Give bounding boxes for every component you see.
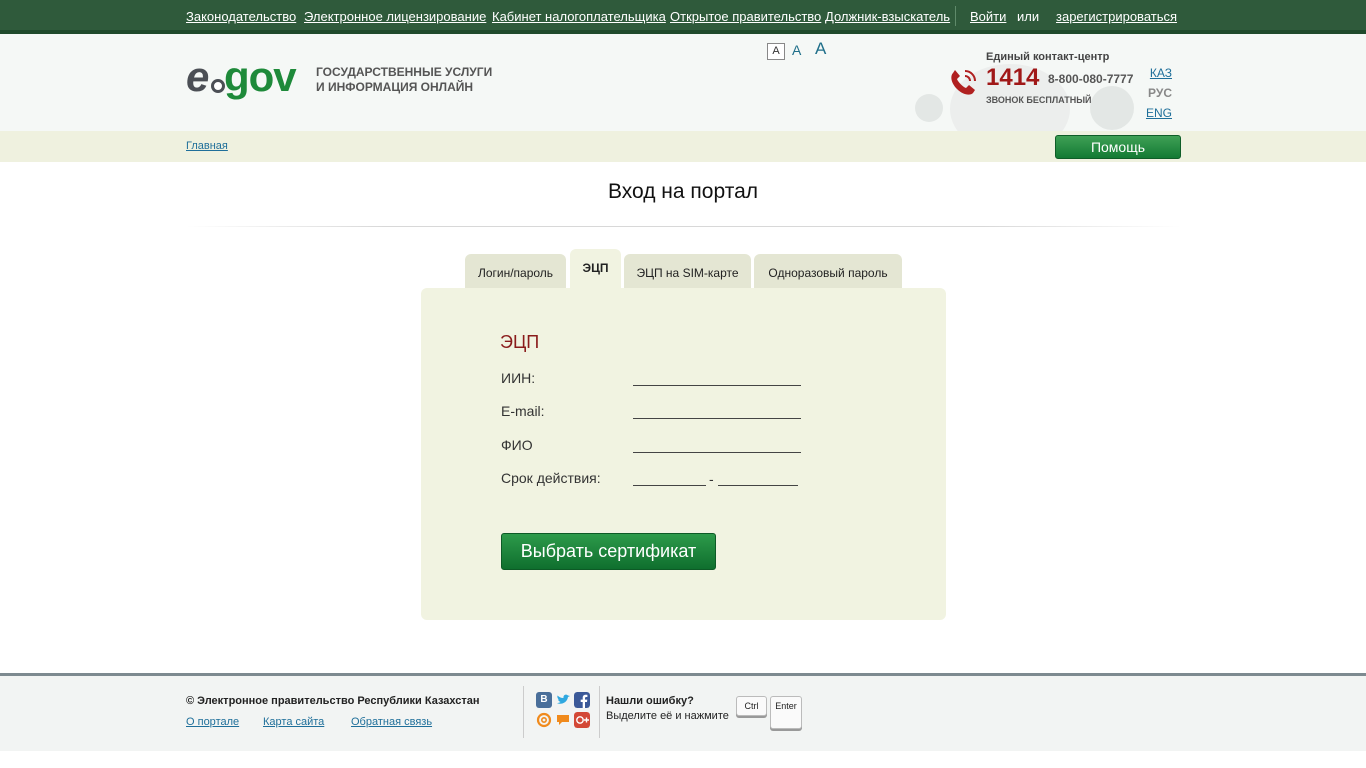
phone-icon (951, 70, 976, 95)
vkontakte-icon[interactable]: В (536, 692, 552, 708)
logo-e: e (186, 53, 210, 100)
fio-label: ФИО (501, 437, 533, 453)
background-decoration (915, 94, 943, 122)
chat-bubble-icon[interactable] (555, 712, 571, 728)
facebook-icon[interactable] (574, 692, 590, 708)
nav-link-open-government[interactable]: Открытое правительство (670, 9, 821, 24)
error-report-title: Нашли ошибку? (606, 695, 694, 707)
iin-label: ИИН: (501, 370, 536, 386)
footer-link-about[interactable]: О портале (186, 716, 239, 728)
top-navigation: Законодательство Электронное лицензирова… (0, 0, 1366, 34)
ctrl-key-icon: Ctrl (736, 696, 767, 716)
footer-divider (523, 686, 524, 738)
email-label: E-mail: (501, 403, 545, 419)
login-link[interactable]: Войти (970, 9, 1006, 24)
language-rus: РУС (1148, 86, 1172, 100)
footer-link-feedback[interactable]: Обратная связь (351, 716, 432, 728)
font-size-medium-button[interactable]: A (792, 42, 801, 58)
slogan-line: ГОСУДАРСТВЕННЫЕ УСЛУГИ (316, 65, 493, 79)
email-value (633, 418, 801, 419)
contact-center-alt-number: 8-800-080-7777 (1048, 72, 1134, 86)
nav-link-legislation[interactable]: Законодательство (186, 9, 296, 24)
language-kaz[interactable]: КАЗ (1140, 66, 1172, 80)
nav-link-taxpayer-cabinet[interactable]: Кабинет налогоплательщика (492, 9, 666, 24)
slogan-line: И ИНФОРМАЦИЯ ОНЛАЙН (316, 80, 474, 94)
breadcrumb-home[interactable]: Главная (186, 140, 228, 152)
validity-separator: - (709, 471, 714, 487)
google-plus-icon[interactable] (574, 712, 590, 728)
font-size-small-button[interactable]: A (767, 43, 785, 60)
error-report-text: Выделите её и нажмите (606, 710, 729, 722)
logo-gov: gov (224, 53, 297, 100)
site-header: e gov ГОСУДАРСТВЕННЫЕ УСЛУГИ И ИНФОРМАЦИ… (0, 34, 1366, 131)
footer-divider (599, 686, 600, 738)
copyright-text: © Электронное правительство Республики К… (186, 695, 480, 707)
select-certificate-button[interactable]: Выбрать сертификат (501, 533, 716, 570)
or-text: или (1017, 9, 1040, 24)
nav-link-debtor-collector[interactable]: Должник-взыскатель (825, 9, 950, 24)
tab-login-password[interactable]: Логин/пароль (465, 254, 566, 289)
tab-eds[interactable]: ЭЦП (570, 249, 621, 289)
site-slogan: ГОСУДАРСТВЕННЫЕ УСЛУГИ И ИНФОРМАЦИЯ ОНЛА… (316, 65, 516, 95)
register-link[interactable]: зарегистрироваться (1056, 9, 1177, 24)
page-title: Вход на портал (607, 180, 759, 203)
tab-one-time-password[interactable]: Одноразовый пароль (754, 254, 902, 289)
egov-logo[interactable]: e gov (186, 53, 306, 103)
mail-ru-icon[interactable] (536, 712, 552, 728)
breadcrumb-bar: Главная Помощь (0, 131, 1366, 162)
nav-divider (955, 6, 956, 26)
validity-to-value (718, 485, 798, 486)
help-button[interactable]: Помощь (1055, 135, 1181, 159)
site-footer: © Электронное правительство Республики К… (0, 673, 1366, 751)
nav-link-e-licensing[interactable]: Электронное лицензирование (304, 9, 486, 24)
contact-center-title: Единый контакт-центр (986, 51, 1110, 63)
validity-from-value (633, 485, 706, 486)
fio-value (633, 452, 801, 453)
panel-title: ЭЦП (500, 332, 540, 352)
validity-label: Срок действия: (501, 470, 601, 486)
tab-eds-sim[interactable]: ЭЦП на SIM-карте (624, 254, 751, 289)
logo-mark-icon (211, 79, 225, 93)
background-decoration (1090, 86, 1134, 130)
language-eng[interactable]: ENG (1140, 106, 1172, 120)
contact-center-number: 1414 (986, 64, 1040, 91)
footer-link-sitemap[interactable]: Карта сайта (263, 716, 324, 728)
title-divider (186, 226, 1181, 227)
enter-key-icon: Enter (770, 696, 802, 729)
font-size-large-button[interactable]: A (815, 39, 826, 59)
twitter-icon[interactable] (555, 692, 571, 708)
free-call-note: ЗВОНОК БЕСПЛАТНЫЙ (986, 95, 1092, 105)
iin-value (633, 385, 801, 386)
eds-login-panel: ЭЦП ИИН: E-mail: ФИО Срок действия: - Вы… (421, 288, 946, 620)
